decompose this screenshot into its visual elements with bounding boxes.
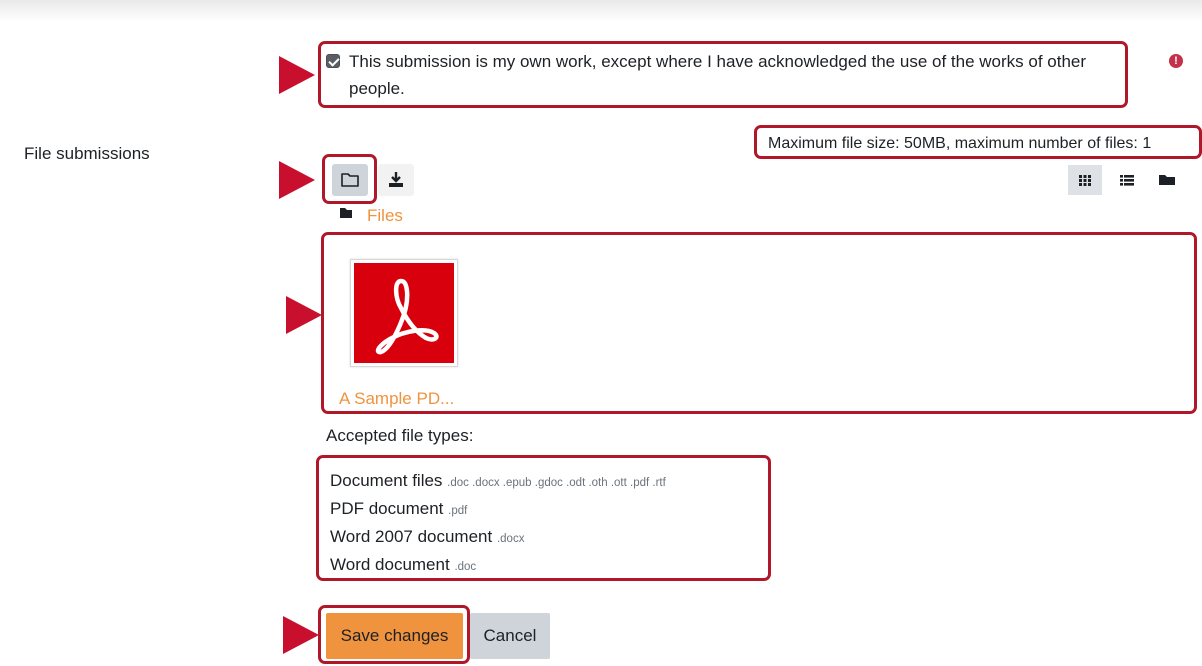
highlight-limits xyxy=(754,125,1202,159)
list-view-button[interactable] xyxy=(1110,165,1144,195)
top-shadow xyxy=(0,0,1202,22)
breadcrumb-folder-icon xyxy=(340,208,352,218)
cancel-button[interactable]: Cancel xyxy=(470,613,550,659)
highlight-accepted-types xyxy=(316,455,771,581)
highlight-declaration xyxy=(318,41,1128,108)
highlight-add-button xyxy=(322,154,377,204)
highlight-file-area xyxy=(321,232,1197,414)
field-label: File submissions xyxy=(24,144,150,163)
list-icon xyxy=(1120,175,1134,186)
required-warning-icon: ! xyxy=(1169,54,1183,68)
pointer-arrow-file-area xyxy=(286,296,322,334)
pointer-arrow-add-button xyxy=(279,161,315,199)
download-icon xyxy=(389,172,403,187)
folder-icon xyxy=(1159,175,1175,185)
pointer-arrow-save-button xyxy=(283,616,319,654)
accepted-types-heading: Accepted file types: xyxy=(326,426,474,445)
breadcrumb-files-link[interactable]: Files xyxy=(367,206,403,226)
highlight-save-button xyxy=(318,605,470,664)
icon-view-button[interactable] xyxy=(1068,165,1102,195)
tree-view-button[interactable] xyxy=(1150,165,1184,195)
pointer-arrow-declaration xyxy=(279,56,315,94)
download-all-button[interactable] xyxy=(378,164,414,196)
grid-icon xyxy=(1079,175,1091,186)
